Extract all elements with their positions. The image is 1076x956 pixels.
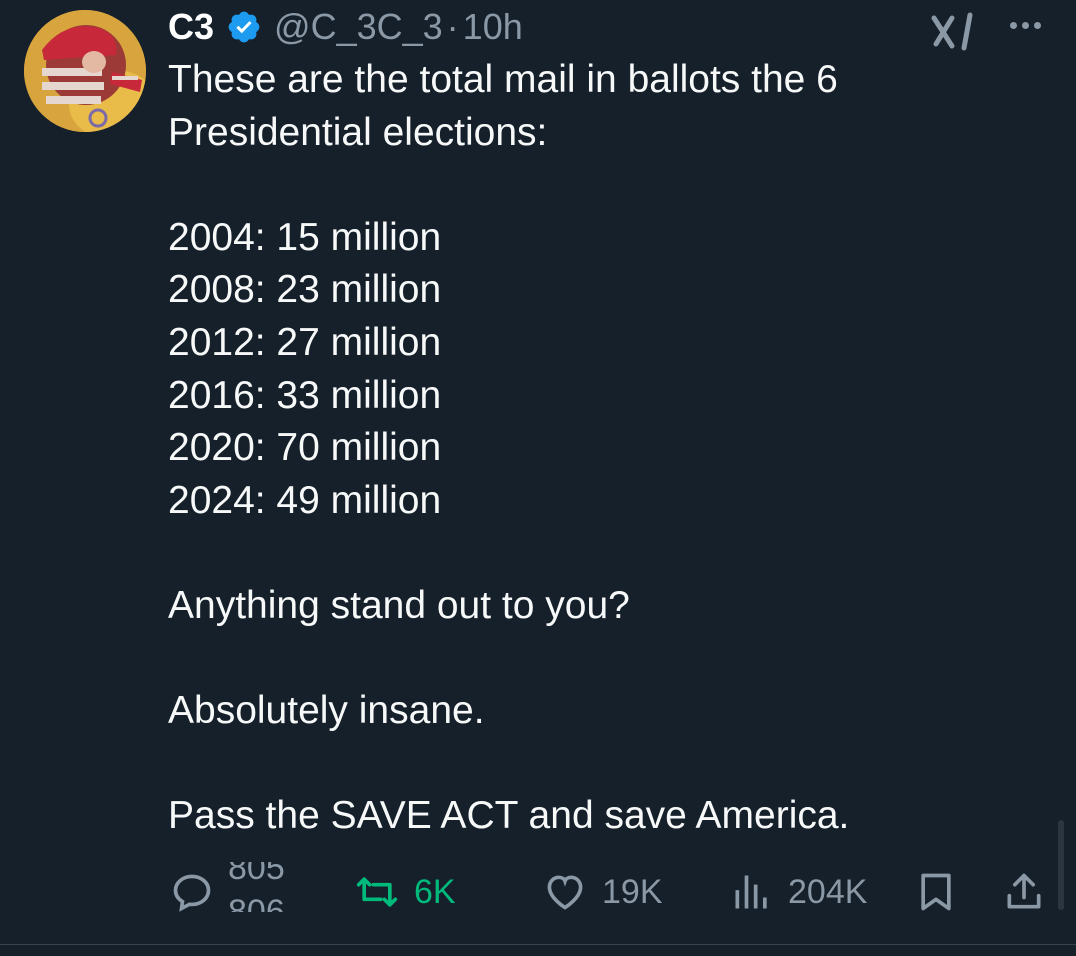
retweet-icon — [354, 870, 400, 914]
view-count: 204K — [788, 872, 868, 911]
more-dot — [1033, 21, 1041, 29]
more-icon[interactable] — [1000, 10, 1050, 40]
scrollbar[interactable] — [1058, 820, 1064, 910]
bookmark-button[interactable] — [914, 862, 958, 922]
avatar-image — [24, 10, 146, 132]
action-bar: 805 806 6K 19K 204K — [0, 862, 1076, 922]
tweet-line: Pass the SAVE ACT and save America. — [168, 794, 850, 838]
more-dot — [1009, 21, 1017, 29]
reply-count-next: 806 — [228, 893, 285, 912]
reply-count-value: 805 — [228, 862, 285, 887]
tweet-line: Anything stand out to you? — [168, 583, 630, 627]
bookmark-icon — [914, 870, 958, 914]
tweet-line: 2016: 33 million — [168, 373, 442, 417]
timestamp[interactable]: 10h — [463, 6, 523, 48]
share-icon — [1002, 870, 1046, 914]
reply-button[interactable] — [170, 862, 214, 922]
tweet-line: Presidential elections: — [168, 110, 548, 154]
reply-icon — [170, 870, 214, 914]
share-button[interactable] — [1002, 862, 1046, 922]
divider — [0, 944, 1076, 956]
tweet-line: 2004: 15 million — [168, 215, 442, 259]
verified-badge-icon — [226, 9, 262, 45]
tweet-text: These are the total mail in ballots the … — [168, 54, 1028, 843]
more-dot — [1021, 21, 1029, 29]
like-button[interactable]: 19K — [542, 862, 663, 922]
tweet-header: C3 @C_3C_3 · 10h — [168, 2, 523, 52]
views-button[interactable]: 204K — [730, 862, 867, 922]
views-icon — [730, 870, 774, 914]
like-count: 19K — [602, 872, 663, 911]
grok-icon[interactable] — [930, 12, 980, 52]
tweet-line: 2012: 27 million — [168, 320, 442, 364]
heart-icon — [542, 870, 588, 914]
author-name[interactable]: C3 — [168, 6, 214, 48]
reply-count[interactable]: 805 806 — [228, 862, 298, 912]
tweet-line: Absolutely insane. — [168, 689, 485, 733]
avatar[interactable] — [24, 10, 146, 132]
tweet-line: These are the total mail in ballots the … — [168, 58, 838, 101]
tweet-line: 2008: 23 million — [168, 268, 442, 312]
retweet-count: 6K — [414, 872, 456, 911]
author-handle[interactable]: @C_3C_3 — [274, 6, 443, 48]
tweet-line: 2020: 70 million — [168, 426, 442, 470]
tweet-line: 2024: 49 million — [168, 478, 442, 522]
separator: · — [446, 6, 459, 47]
retweet-button[interactable]: 6K — [354, 862, 456, 922]
